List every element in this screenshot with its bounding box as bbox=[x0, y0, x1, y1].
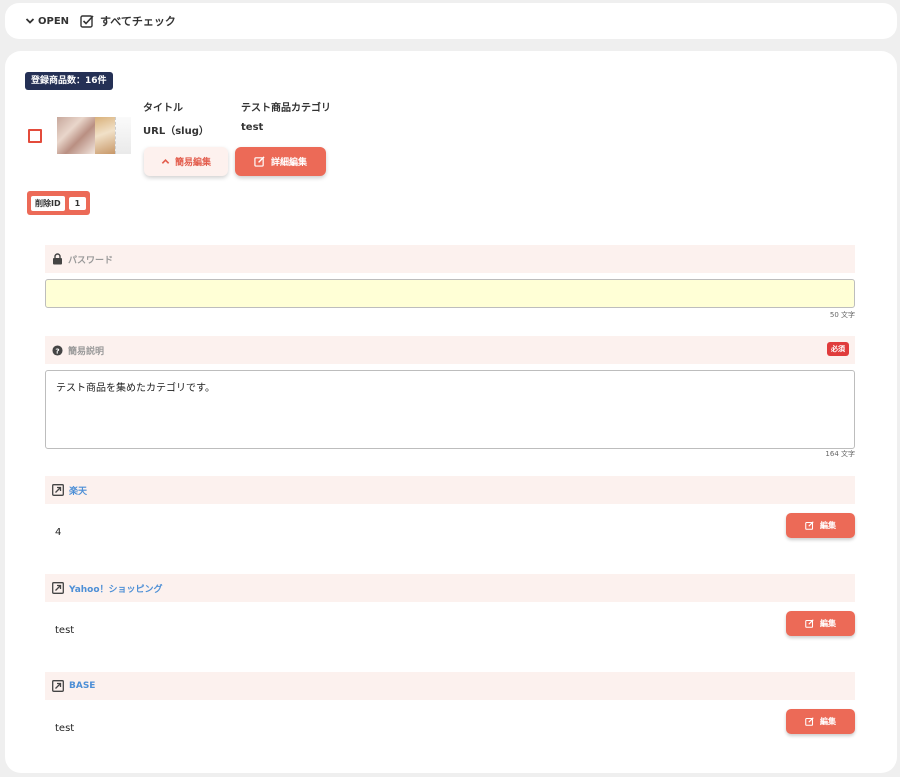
help-icon: ? bbox=[52, 344, 63, 356]
description-field-header: ? 簡易説明 必須 bbox=[45, 336, 855, 364]
chevron-down-icon bbox=[25, 18, 35, 24]
registered-count-badge: 登録商品数：16件 bbox=[25, 72, 113, 90]
simple-edit-button[interactable]: 簡易編集 bbox=[144, 147, 228, 176]
detail-edit-label: 詳細編集 bbox=[270, 158, 307, 168]
external-link-icon bbox=[52, 680, 64, 692]
edit-button-yahoo[interactable]: 編集 bbox=[786, 611, 855, 636]
delete-id-badge: 削除ID 1 bbox=[27, 191, 91, 215]
external-link-icon bbox=[52, 484, 64, 496]
external-link-icon bbox=[52, 582, 64, 594]
top-toolbar: OPEN すべてチェック bbox=[5, 3, 897, 39]
edit-icon bbox=[805, 619, 814, 628]
item-thumbnail bbox=[57, 117, 131, 154]
edit-label: 編集 bbox=[820, 619, 836, 628]
chevron-up-icon bbox=[161, 159, 170, 164]
open-toggle-button[interactable]: OPEN bbox=[25, 16, 69, 27]
password-input[interactable] bbox=[45, 279, 855, 308]
checkbox-checked-icon bbox=[80, 15, 94, 28]
shop-value-yahoo: test bbox=[55, 625, 75, 636]
shop-link-base[interactable]: BASE bbox=[69, 681, 95, 691]
lock-icon bbox=[53, 253, 62, 265]
detail-edit-button[interactable]: 詳細編集 bbox=[235, 147, 326, 176]
shop-header-yahoo: Yahoo！ショッピング bbox=[45, 574, 855, 602]
password-char-count: 50 文字 bbox=[829, 311, 855, 319]
check-all-button[interactable]: すべてチェック bbox=[80, 13, 176, 29]
item-checkbox[interactable] bbox=[28, 129, 42, 143]
shop-header-rakuten: 楽天 bbox=[45, 476, 855, 504]
password-label: パスワード bbox=[68, 255, 114, 266]
edit-icon bbox=[254, 156, 265, 167]
edit-label: 編集 bbox=[820, 521, 836, 530]
edit-button-rakuten[interactable]: 編集 bbox=[786, 513, 855, 538]
open-label: OPEN bbox=[38, 15, 70, 27]
edit-label: 編集 bbox=[820, 717, 836, 726]
title-label: タイトル bbox=[143, 103, 183, 114]
shop-header-base: BASE bbox=[45, 672, 855, 700]
edit-button-base[interactable]: 編集 bbox=[786, 709, 855, 734]
edit-icon bbox=[805, 717, 814, 726]
delete-id-label: 削除ID bbox=[31, 195, 65, 211]
delete-id-value: 1 bbox=[68, 196, 87, 210]
slug-label: URL（slug） bbox=[143, 126, 209, 137]
shop-link-yahoo[interactable]: Yahoo！ショッピング bbox=[69, 582, 163, 595]
description-label: 簡易説明 bbox=[68, 346, 105, 357]
required-badge: 必須 bbox=[827, 342, 849, 356]
description-char-count: 164 文字 bbox=[825, 450, 855, 458]
password-field-header: パスワード bbox=[45, 245, 855, 273]
shop-value-rakuten: 4 bbox=[55, 527, 62, 538]
check-all-label: すべてチェック bbox=[100, 15, 176, 28]
shop-value-base: test bbox=[55, 723, 75, 734]
svg-text:?: ? bbox=[55, 346, 59, 355]
title-value: テスト商品カテゴリ bbox=[241, 103, 331, 114]
description-textarea[interactable]: テスト商品を集めたカテゴリです。 bbox=[45, 370, 855, 449]
simple-edit-label: 簡易編集 bbox=[174, 158, 211, 168]
slug-value: test bbox=[241, 122, 264, 133]
shop-link-rakuten[interactable]: 楽天 bbox=[69, 484, 87, 497]
item-panel: 登録商品数：16件 タイトル テスト商品カテゴリ URL（slug） test … bbox=[5, 51, 897, 773]
edit-icon bbox=[805, 521, 814, 530]
